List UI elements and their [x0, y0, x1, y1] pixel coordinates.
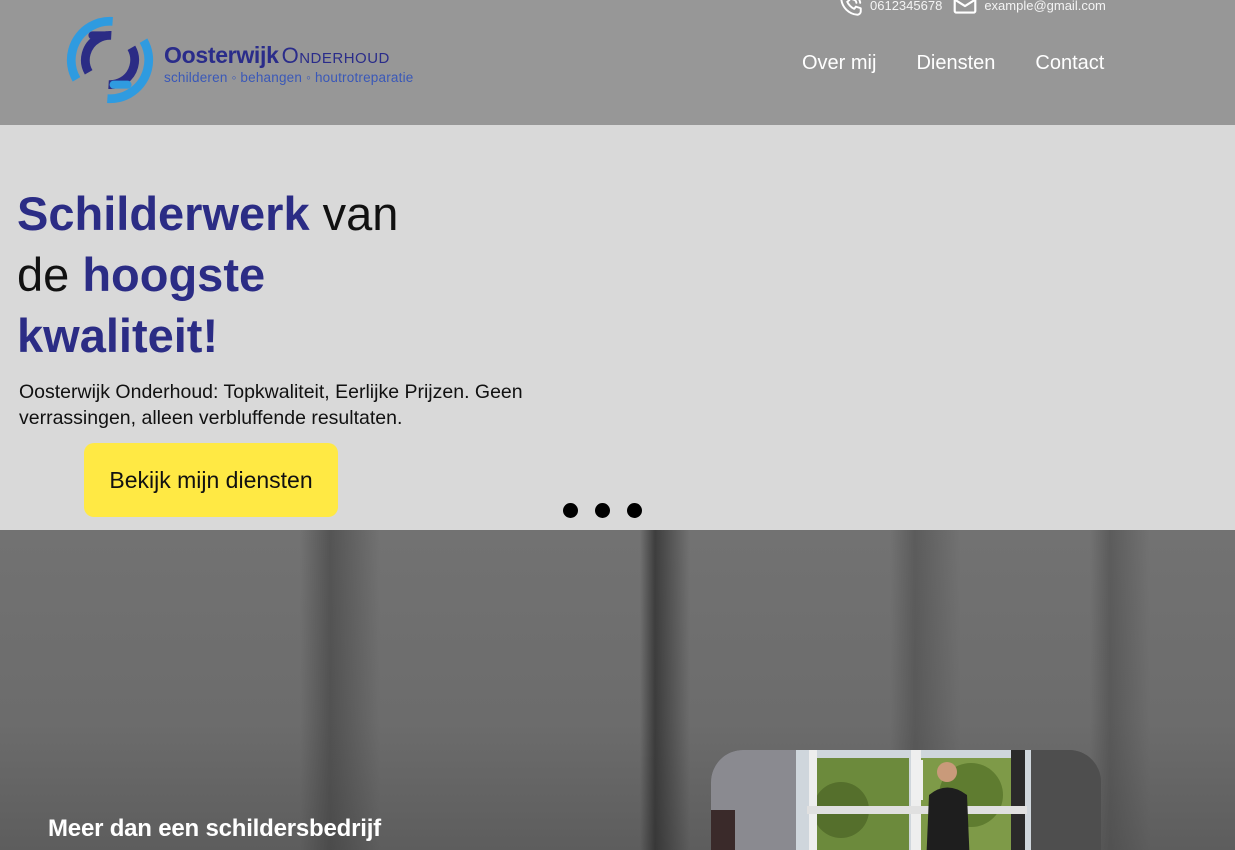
view-services-button[interactable]: Bekijk mijn diensten — [84, 443, 338, 517]
nav-item-contact[interactable]: Contact — [1035, 52, 1104, 75]
email-address: example@gmail.com — [984, 0, 1106, 13]
nav-item-over-mij[interactable]: Over mij — [802, 52, 876, 75]
hero-title-part4: hoogste — [82, 248, 266, 301]
hero-title-part3: de — [17, 248, 83, 301]
main-nav: Over mij Diensten Contact — [802, 52, 1104, 75]
hero-title-part2: van — [309, 187, 399, 240]
hero-title-part5: kwaliteit! — [17, 309, 219, 362]
about-section: Meer dan een schildersbedrijf — [0, 530, 1235, 850]
phone-link[interactable]: 0612345678 — [838, 0, 942, 18]
logo-mark-icon — [66, 16, 154, 104]
slider-dot-3[interactable] — [627, 503, 642, 518]
hero-section: Schilderwerk van de hoogste kwaliteit! O… — [0, 125, 1235, 530]
site-header: 0612345678 example@gmail.com Oosterwijk … — [0, 0, 1235, 125]
logo-name-light: Onderhoud — [281, 42, 390, 68]
logo-name-bold: Oosterwijk — [164, 41, 279, 68]
about-title: Meer dan een schildersbedrijf — [48, 815, 381, 842]
logo[interactable]: Oosterwijk Onderhoud schilderen ◦ behang… — [66, 16, 413, 104]
slider-dot-1[interactable] — [563, 503, 578, 518]
logo-tagline: schilderen ◦ behangen ◦ houtrotreparatie — [164, 69, 414, 85]
top-contact-bar: 0612345678 example@gmail.com — [838, 0, 1106, 18]
slider-dots — [563, 503, 642, 518]
nav-item-diensten[interactable]: Diensten — [916, 52, 995, 75]
hero-title: Schilderwerk van de hoogste kwaliteit! — [17, 183, 437, 366]
email-link[interactable]: example@gmail.com — [952, 0, 1106, 18]
phone-number: 0612345678 — [870, 0, 943, 13]
painter-photo — [711, 750, 1101, 850]
phone-icon — [840, 0, 862, 16]
painter-photo-image — [711, 750, 1101, 850]
hero-title-part1: Schilderwerk — [17, 187, 310, 240]
slider-dot-2[interactable] — [595, 503, 610, 518]
hero-subtitle: Oosterwijk Onderhoud: Topkwaliteit, Eerl… — [19, 381, 523, 429]
mail-icon — [953, 0, 977, 14]
